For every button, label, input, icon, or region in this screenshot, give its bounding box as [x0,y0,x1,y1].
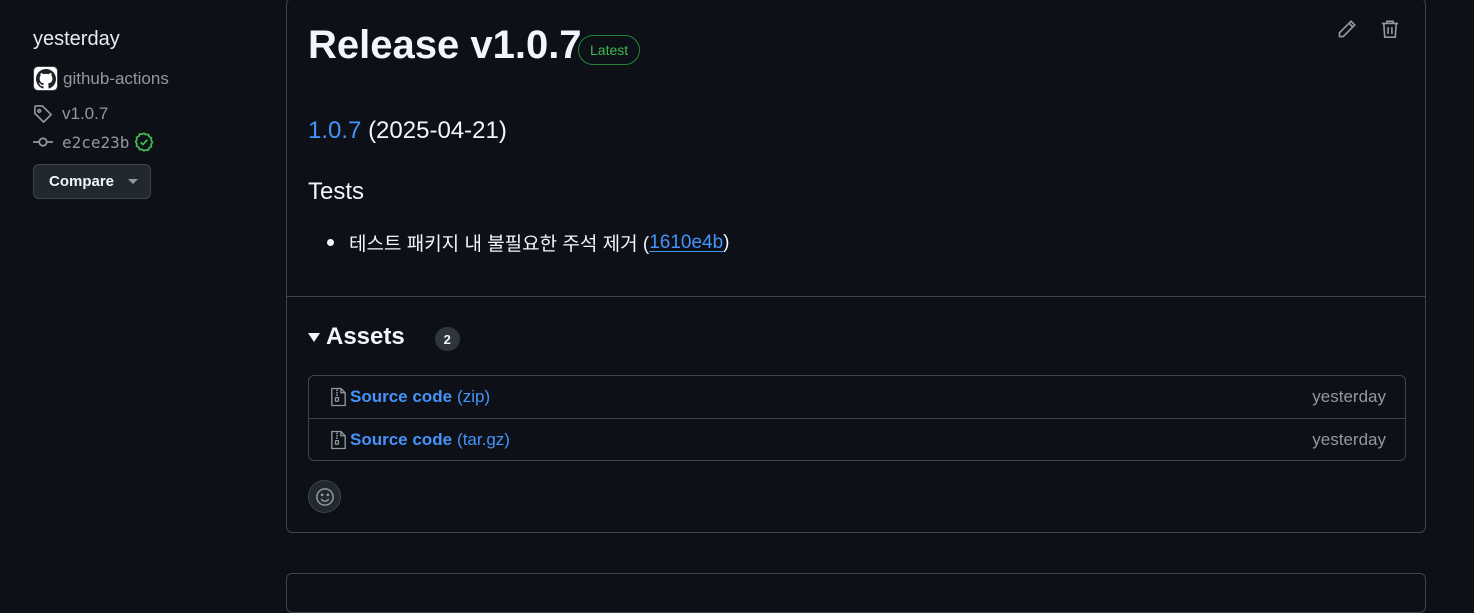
compare-button[interactable]: Compare [33,164,151,199]
asset-ext[interactable]: (tar.gz) [457,430,510,450]
next-release-card [286,573,1426,613]
tag-name[interactable]: v1.0.7 [62,104,108,124]
asset-link-zip[interactable]: Source code (zip) [330,387,490,407]
assets-toggle[interactable]: Assets 2 [308,323,460,351]
commit-sha[interactable]: e2ce23b [62,133,129,152]
file-zip-icon [330,387,347,407]
release-title[interactable]: Release v1.0.7 [308,23,582,68]
latest-badge: Latest [578,35,641,65]
release-date: yesterday [33,28,120,50]
section-heading: Tests [308,178,365,205]
asset-row: Source code (tar.gz) yesterday [309,418,1405,460]
assets-count-badge: 2 [434,327,460,351]
commit-row[interactable]: e2ce23b [33,132,154,152]
asset-date: yesterday [1312,429,1386,449]
triangle-down-icon [308,332,320,342]
asset-date: yesterday [1312,387,1386,406]
version-link[interactable]: 1.0.7 [308,117,361,144]
version-heading: 1.0.7 (2025-04-21) [308,117,507,145]
pencil-icon [1337,19,1357,39]
compare-label: Compare [49,173,115,190]
list-item-text: 테스트 패키지 내 불필요한 주석 제거 ( [349,234,650,255]
caret-down-icon [128,179,139,184]
asset-link-targz[interactable]: Source code (tar.gz) [330,430,510,450]
list-item-suffix: ) [723,231,730,253]
author-name[interactable]: github-actions [63,69,169,89]
assets-list: Source code (zip) yesterday Source code … [308,375,1406,461]
version-date: (2025-04-21) [368,117,507,144]
github-avatar-icon[interactable] [33,66,58,91]
git-commit-icon [33,132,53,152]
trash-icon [1380,19,1400,39]
divider [287,296,1425,297]
delete-button[interactable] [1378,17,1402,41]
add-reaction-button[interactable] [308,480,341,513]
release-card: Release v1.0.7 Latest 1.0.7 (2025-04-21)… [286,0,1426,533]
list-item: 테스트 패키지 내 불필요한 주석 제거 (1610e4b) [327,229,730,256]
tag-icon [33,104,53,124]
bullet-icon [327,239,334,246]
asset-ext[interactable]: (zip) [457,387,490,407]
tag-row[interactable]: v1.0.7 [33,104,108,124]
asset-name[interactable]: Source code [350,387,452,407]
asset-row: Source code (zip) yesterday [309,376,1405,418]
commit-link[interactable]: 1610e4b [649,232,723,254]
author-row[interactable]: github-actions [33,66,169,91]
file-zip-icon [330,430,347,450]
asset-name[interactable]: Source code [350,430,452,450]
smiley-icon [315,487,335,507]
edit-button[interactable] [1335,17,1359,41]
assets-title: Assets [326,323,405,350]
verified-check-icon[interactable] [134,132,154,152]
